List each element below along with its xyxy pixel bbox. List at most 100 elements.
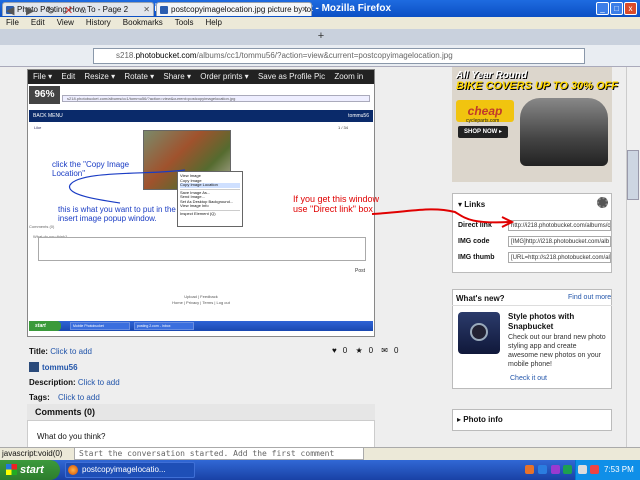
- inner-comments-label: Comments (0): [29, 224, 55, 229]
- volume-tray-icon[interactable]: [578, 465, 587, 474]
- maximize-button[interactable]: □: [610, 2, 623, 15]
- title-row: Title: Click to add: [29, 347, 92, 356]
- app-tray-icon[interactable]: [551, 465, 560, 474]
- photo-menu-file[interactable]: File ▾: [33, 72, 52, 81]
- annotation-arrow: [69, 169, 186, 204]
- comments-heading: Comments (0): [27, 404, 375, 421]
- img-thumb-label: IMG thumb: [458, 254, 495, 261]
- snapbucket-body: Check out our brand new photo styling ap…: [508, 334, 606, 368]
- title-label: Title:: [29, 347, 48, 356]
- snapbucket-camera-icon: [458, 312, 500, 354]
- url-prefix: s218.: [116, 51, 136, 60]
- forward-arrow-icon[interactable]: ▶: [26, 4, 34, 17]
- comment-prompt: What do you think?: [37, 432, 106, 441]
- favicon-icon: [160, 6, 168, 14]
- close-window-button[interactable]: x: [624, 2, 637, 15]
- status-text: javascript:void(0): [2, 449, 63, 458]
- minimize-button[interactable]: _: [596, 2, 609, 15]
- clock: 7:53 PM: [604, 465, 634, 474]
- new-tab-button[interactable]: +: [314, 31, 328, 43]
- img-thumb-field[interactable]: [URL=http://s218.photobucket.com/al: [508, 252, 611, 263]
- photo-menu-zoom-in[interactable]: Zoom in: [334, 72, 363, 81]
- menu-bar: File Edit View History Bookmarks Tools Help: [0, 17, 640, 29]
- gear-icon[interactable]: [597, 197, 608, 208]
- comments-count: 0: [394, 346, 399, 355]
- tab-postcopyimagelocation[interactable]: postcopyimagelocation.jpg picture by to.…: [156, 2, 312, 16]
- ad-brand-sub: cycleparts.com: [466, 118, 500, 124]
- inner-task-item: posting 2.com - Inbox: [134, 322, 194, 330]
- tab-photo-posting[interactable]: Photo Posting How To - Page 2 ✕: [2, 2, 154, 16]
- comment-icon[interactable]: ✉: [381, 346, 388, 355]
- photo-menu-share[interactable]: Share ▾: [163, 72, 191, 81]
- stop-icon[interactable]: ✕: [64, 4, 73, 17]
- annotation-red-arrow: [371, 208, 515, 228]
- menu-view[interactable]: View: [57, 18, 74, 27]
- owner-avatar[interactable]: [29, 362, 39, 372]
- tags-row: Tags: Click to add: [29, 393, 100, 402]
- vertical-scrollbar[interactable]: [626, 67, 640, 448]
- taskbar-firefox-item[interactable]: postcopyimagelocatio...: [65, 462, 195, 478]
- snapbucket-title: Style photos with Snapbucket: [508, 312, 575, 331]
- comment-input[interactable]: Start the conversation started. Add the …: [74, 447, 364, 469]
- photo-toolbar: File ▾ Edit Resize ▾ Rotate ▾ Share ▾ Or…: [28, 70, 374, 84]
- inner-start-button: start: [29, 321, 61, 331]
- description-add-link[interactable]: Click to add: [78, 378, 120, 387]
- menu-file[interactable]: File: [6, 18, 19, 27]
- url-path: /albums/cc1/tommu56/?action=view&current…: [196, 51, 453, 60]
- photo-stats: ♥ 0 ★ 0 ✉ 0: [332, 346, 404, 355]
- img-code-field[interactable]: [IMG]http://i218.photobucket.com/alb: [508, 236, 611, 247]
- firefox-tray-icon[interactable]: [525, 465, 534, 474]
- title-add-link[interactable]: Click to add: [50, 347, 92, 356]
- zoom-level-badge: 96%: [29, 86, 60, 104]
- close-tab-icon[interactable]: ✕: [143, 3, 150, 16]
- network-tray-icon[interactable]: [538, 465, 547, 474]
- back-arrow-icon[interactable]: ◀: [6, 4, 14, 17]
- description-row: Description: Click to add: [29, 378, 120, 387]
- photo-info-text: Photo info: [463, 415, 503, 424]
- annotation-direct-link-text: If you get this window use "Direct link"…: [293, 194, 380, 214]
- tags-add-link[interactable]: Click to add: [58, 393, 100, 402]
- inner-like: Like: [34, 125, 42, 130]
- inner-footer: Upload | Feedback Home | Privacy | Terms…: [29, 294, 373, 318]
- photo-info-heading[interactable]: ▸ Photo info: [457, 415, 503, 424]
- favorites-count: 0: [368, 346, 374, 355]
- check-it-out-link[interactable]: Check it out: [510, 375, 547, 382]
- security-tray-icon[interactable]: [563, 465, 572, 474]
- find-out-more-link[interactable]: Find out more: [568, 294, 611, 301]
- inner-task-item: Mobile Photobucket: [70, 322, 130, 330]
- menu-edit[interactable]: Edit: [31, 18, 45, 27]
- alert-tray-icon[interactable]: [590, 465, 599, 474]
- photo-menu-edit[interactable]: Edit: [61, 72, 75, 81]
- menu-tools[interactable]: Tools: [175, 18, 194, 27]
- menu-history[interactable]: History: [86, 18, 111, 27]
- url-bar[interactable]: s218.photobucket.com/albums/cc1/tommu56/…: [93, 48, 585, 64]
- home-icon[interactable]: ⌂: [80, 4, 87, 16]
- reload-icon[interactable]: ↻: [46, 4, 55, 17]
- photo-menu-rotate[interactable]: Rotate ▾: [124, 72, 154, 81]
- ad-shop-now-button[interactable]: SHOP NOW ▸: [458, 126, 508, 138]
- owner-link[interactable]: tommu56: [42, 363, 78, 372]
- heart-icon[interactable]: ♥: [332, 346, 337, 355]
- ad-bike-cover-image: [520, 98, 608, 166]
- direct-link-field[interactable]: http://i218.photobucket.com/albums/cc1: [508, 220, 611, 231]
- likes-count: 0: [342, 346, 348, 355]
- scrollbar-thumb[interactable]: [627, 150, 639, 200]
- inner-counter: 1 / 34: [338, 125, 349, 130]
- tab-label: postcopyimagelocation.jpg picture by to.…: [171, 5, 312, 14]
- tags-label: Tags:: [29, 393, 50, 402]
- photo-menu-order-prints[interactable]: Order prints ▾: [200, 72, 248, 81]
- menu-bookmarks[interactable]: Bookmarks: [123, 18, 163, 27]
- close-tab-icon[interactable]: ✕: [301, 3, 308, 16]
- inner-mobile-header: BACK MENU tommu56: [29, 110, 373, 122]
- photo-menu-resize[interactable]: Resize ▾: [84, 72, 115, 81]
- ctx-inspect: Inspect Element (Q): [180, 210, 216, 216]
- menu-help[interactable]: Help: [205, 18, 221, 27]
- url-domain: photobucket.com: [135, 51, 197, 60]
- whats-new-heading: What's new?: [456, 294, 505, 303]
- star-icon[interactable]: ★: [355, 346, 362, 355]
- inner-footer-links-2: Home | Privacy | Terms | Log out: [172, 300, 230, 305]
- inner-post-button: Post: [355, 268, 366, 274]
- photo-menu-profile-pic[interactable]: Save as Profile Pic: [258, 72, 325, 81]
- ad-offer: BIKE COVERS UP TO 30% OFF: [456, 80, 618, 92]
- img-code-label: IMG code: [458, 238, 490, 245]
